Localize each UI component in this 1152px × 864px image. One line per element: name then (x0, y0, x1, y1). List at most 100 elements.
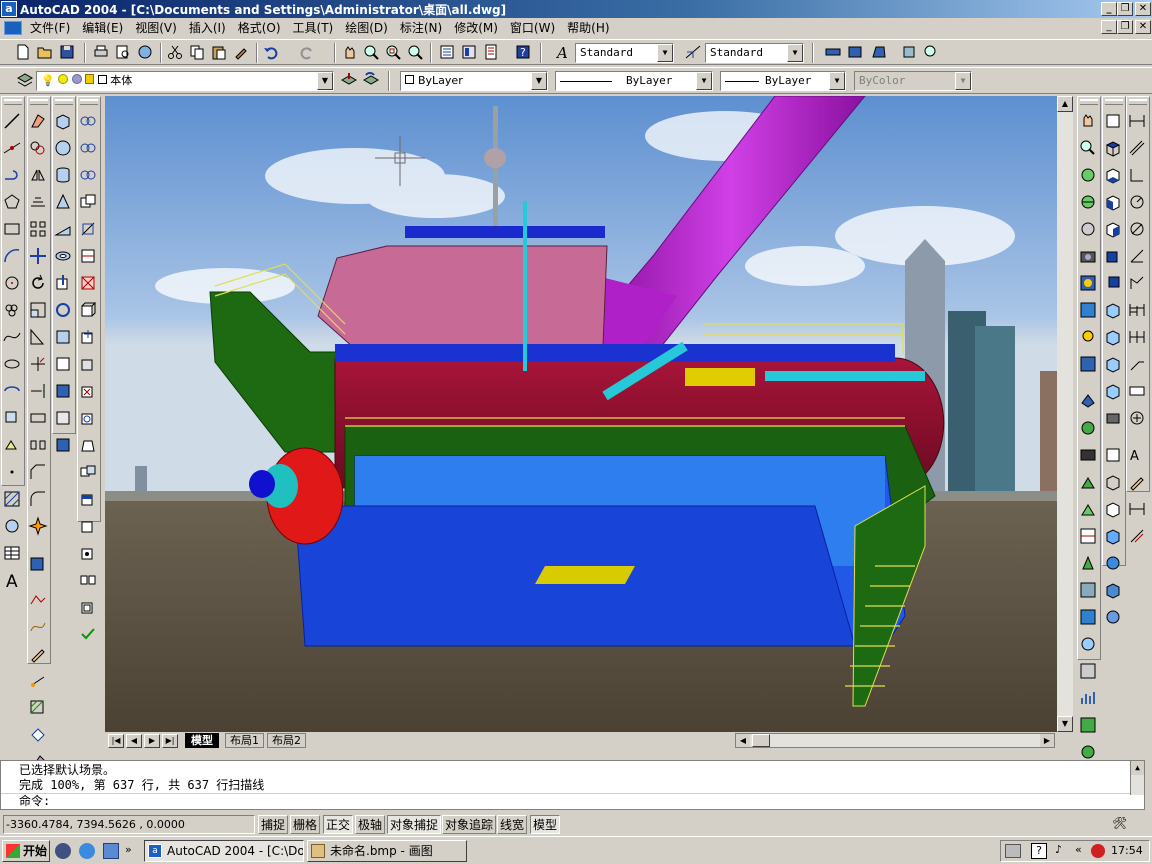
design-center-icon[interactable] (460, 43, 478, 61)
quicklaunch-more-icon[interactable]: » (125, 843, 132, 856)
block-editor-icon[interactable] (28, 725, 48, 745)
menu-modify[interactable]: 修改(M) (448, 19, 504, 36)
camera-view-icon[interactable] (1103, 408, 1123, 428)
scroll-left-icon[interactable]: ◀ (736, 734, 750, 747)
angular-dimension-icon[interactable] (1127, 246, 1147, 266)
make-block-icon[interactable] (2, 435, 22, 455)
polyline-icon[interactable] (2, 165, 22, 185)
setup-view-icon[interactable] (53, 408, 73, 428)
next-tab-icon[interactable]: ▶ (144, 734, 160, 748)
drawing-viewport[interactable] (105, 96, 1057, 732)
volume-icon[interactable]: ♪ (1055, 843, 1062, 856)
cylinder-icon[interactable] (53, 165, 73, 185)
link-icon[interactable] (78, 111, 98, 131)
named-views-icon[interactable] (1103, 111, 1123, 131)
mapping-icon[interactable] (1078, 526, 1098, 546)
command-window[interactable]: 已选择默认场景。 完成 100%, 第 637 行, 共 637 行扫描线 命令… (0, 760, 1145, 810)
stretch-icon[interactable] (28, 327, 48, 347)
ellipse-icon[interactable] (2, 354, 22, 374)
menu-format[interactable]: 格式(O) (232, 19, 287, 36)
materials-library-icon[interactable] (1078, 634, 1098, 654)
chevron-down-icon[interactable]: ▼ (696, 72, 712, 90)
toolbar-grip[interactable] (1105, 99, 1123, 105)
materials-icon[interactable] (1078, 354, 1098, 374)
close-button[interactable]: ✕ (1135, 2, 1151, 16)
help-tray-icon[interactable]: ? (1031, 843, 1047, 859)
toolbar-grip[interactable] (55, 99, 73, 105)
coordinate-readout[interactable]: -3360.4784, 7394.5626 , 0.0000 (3, 815, 255, 834)
task-autocad[interactable]: a AutoCAD 2004 - [C:\Doc... (144, 840, 304, 862)
slice-icon[interactable] (78, 219, 98, 239)
menu-file[interactable]: 文件(F) (24, 19, 76, 36)
copy-icon[interactable] (188, 43, 206, 61)
torus-icon[interactable] (53, 246, 73, 266)
help-icon[interactable]: ? (514, 43, 532, 61)
nw-isometric-icon[interactable] (1103, 381, 1123, 401)
cut-icon[interactable] (166, 43, 184, 61)
print-icon[interactable] (92, 43, 110, 61)
setup-drawing-icon[interactable] (53, 381, 73, 401)
keyboard-icon[interactable] (1005, 844, 1021, 858)
shade-icon[interactable] (1078, 418, 1098, 438)
save-image-icon[interactable] (1078, 715, 1098, 735)
top-view-icon[interactable] (1103, 138, 1123, 158)
statistics-icon[interactable] (1078, 688, 1098, 708)
center-mark-icon[interactable] (1127, 408, 1147, 428)
copy-faces-icon[interactable] (78, 462, 98, 482)
lock-icon[interactable] (85, 74, 95, 84)
paste-icon[interactable] (210, 43, 228, 61)
array-icon[interactable] (28, 219, 48, 239)
viewports-icon[interactable] (824, 43, 842, 61)
match-properties-icon[interactable] (232, 43, 250, 61)
new-file-icon[interactable] (14, 43, 32, 61)
publish-icon[interactable] (136, 43, 154, 61)
chevron-down-icon[interactable]: ▼ (531, 72, 547, 90)
viewport-freeze-icon[interactable] (71, 74, 82, 84)
single-viewport-icon[interactable] (846, 43, 864, 61)
dimension-style-manager-icon[interactable] (1127, 526, 1147, 546)
security-shield-icon[interactable] (1091, 844, 1105, 858)
link-icon[interactable] (78, 165, 98, 185)
polar-toggle[interactable]: 极轴 (355, 815, 386, 834)
move-faces-icon[interactable] (78, 327, 98, 347)
se-isometric-icon[interactable] (1103, 327, 1123, 347)
menu-window[interactable]: 窗口(W) (504, 19, 561, 36)
gouraud-shaded-icon[interactable] (1103, 553, 1123, 573)
edit-spline-icon[interactable] (28, 617, 48, 637)
scale-icon[interactable] (28, 300, 48, 320)
sw-isometric-icon[interactable] (1103, 300, 1123, 320)
2d-wireframe-icon[interactable] (1103, 445, 1123, 465)
film-icon[interactable] (1078, 445, 1098, 465)
text-style-icon[interactable]: A (554, 43, 572, 61)
doc-close-button[interactable]: ✕ (1135, 20, 1151, 34)
offset-faces-icon[interactable] (78, 354, 98, 374)
3d-wireframe-icon[interactable] (1103, 472, 1123, 492)
edit-polyline-icon[interactable] (28, 590, 48, 610)
camera-icon[interactable] (1078, 246, 1098, 266)
menu-draw[interactable]: 绘图(D) (339, 19, 394, 36)
aligned-dimension-icon[interactable] (1127, 138, 1147, 158)
scroll-right-icon[interactable]: ▶ (1040, 734, 1054, 747)
background-icon[interactable] (1078, 607, 1098, 627)
check-solid-icon[interactable] (78, 624, 98, 644)
start-button[interactable]: 开始 (2, 840, 50, 862)
pan-3d-icon[interactable] (1078, 111, 1098, 131)
fillet-icon[interactable] (28, 489, 48, 509)
dimension-style-icon[interactable] (684, 43, 702, 61)
hatch-icon[interactable] (2, 489, 22, 509)
revision-cloud-icon[interactable] (2, 300, 22, 320)
rectangle-icon[interactable] (2, 219, 22, 239)
text-style-select[interactable]: Standard ▼ (575, 43, 674, 63)
prev-tab-icon[interactable]: ◀ (126, 734, 142, 748)
toolbar-grip[interactable] (30, 99, 48, 105)
scene-icon[interactable] (1078, 300, 1098, 320)
union-icon[interactable] (78, 192, 98, 212)
layer-manager-icon[interactable] (16, 71, 34, 89)
front-view-icon[interactable] (1103, 246, 1123, 266)
tray-expand-icon[interactable]: « (1075, 843, 1082, 856)
zoom-previous-icon[interactable] (406, 43, 424, 61)
linear-dimension-icon[interactable] (1127, 111, 1147, 131)
make-object-layer-current-icon[interactable] (340, 71, 358, 89)
maximize-button[interactable]: ❐ (1117, 2, 1133, 16)
command-prompt[interactable]: 命令: (1, 793, 1144, 809)
